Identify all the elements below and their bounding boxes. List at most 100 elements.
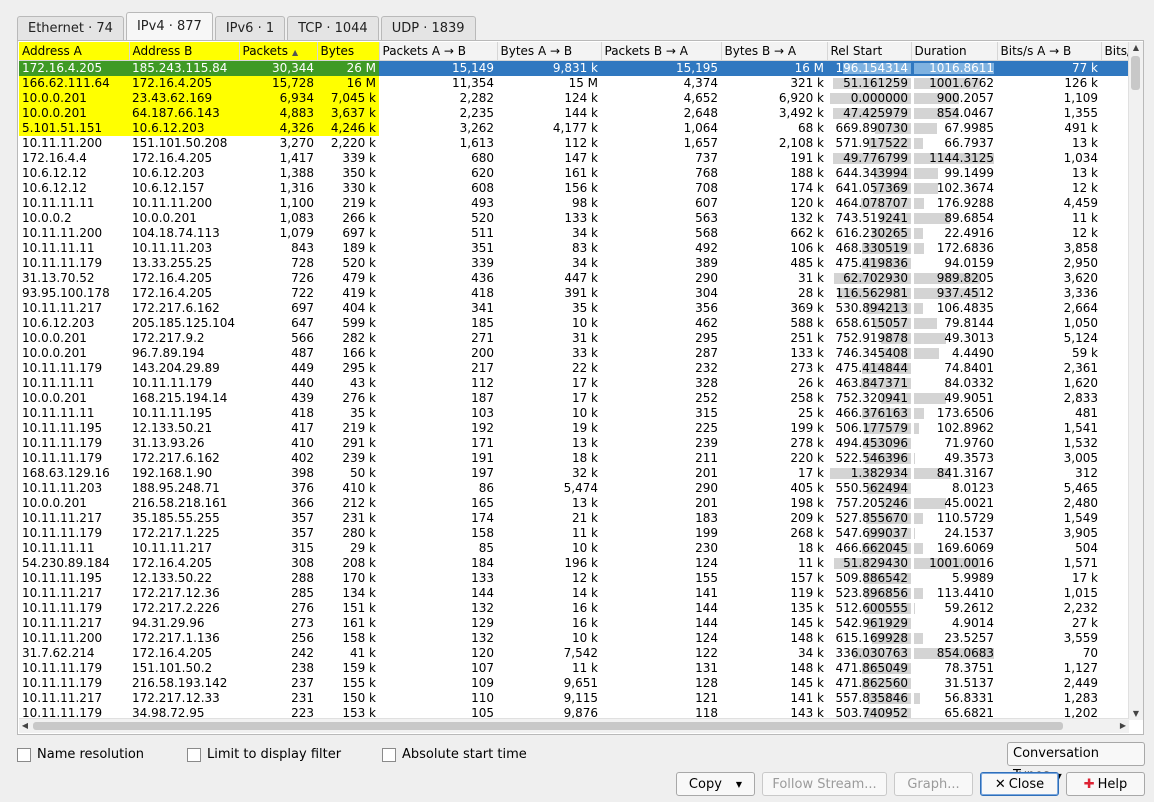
limit-filter-checkbox[interactable]: Limit to display filter — [187, 747, 341, 762]
horizontal-scrollbar[interactable]: ◀ ▶ — [19, 718, 1129, 733]
help-button[interactable]: ✚ Help — [1066, 772, 1145, 796]
table-row[interactable]: 10.11.11.11 10.11.11.195 418 35 k 103 10 k 315… — [19, 406, 1129, 421]
table-row[interactable]: 172.16.4.205 185.243.115.84 30,344 26 M 15,1… — [19, 60, 1129, 76]
checkbox-box[interactable] — [187, 747, 201, 762]
table-row[interactable]: 31.13.70.52 172.16.4.205 726 479 k 436 447 k 2… — [19, 271, 1129, 286]
table-row[interactable]: 10.11.11.179 31.13.93.26 410 291 k 171 13 k 23… — [19, 436, 1129, 451]
conversation-types-dropdown[interactable]: Conversation Types▼ — [1007, 742, 1145, 783]
cell-text: 527.855670 — [835, 511, 908, 525]
table-cell: 10.6.12.12 — [22, 166, 87, 180]
table-cell: 5,465 — [1063, 481, 1098, 495]
column-header-label: Packets — [242, 44, 289, 58]
table-row[interactable]: 10.11.11.195 12.133.50.21 417 219 k 192 19 k 2… — [19, 421, 1129, 436]
table-row[interactable]: 166.62.111.64 172.16.4.205 15,728 16 M 11,35… — [19, 76, 1129, 91]
duration-bar — [914, 168, 938, 179]
table-row[interactable]: 10.11.11.217 172.217.12.33 231 150 k 110 9,11… — [19, 691, 1129, 706]
tab-3[interactable]: TCP · 1044 — [287, 16, 379, 40]
table-row[interactable]: 10.11.11.217 35.185.55.255 357 231 k 174 21 k… — [19, 511, 1129, 526]
scroll-up-arrow-icon[interactable]: ▲ — [1129, 42, 1143, 54]
table-row[interactable]: 10.11.11.195 12.133.50.22 288 170 k 133 12 k 1… — [19, 571, 1129, 586]
table-row[interactable]: 10.11.11.203 188.95.248.71 376 410 k 86 5,474… — [19, 481, 1129, 496]
close-button[interactable]: ✕ Close — [980, 772, 1059, 796]
scroll-left-arrow-icon[interactable]: ◀ — [19, 719, 31, 733]
column-header[interactable]: Packets B → A — [601, 42, 722, 61]
column-header[interactable]: Bytes B → A — [721, 42, 828, 61]
table-row[interactable]: 54.230.89.184 172.16.4.205 308 208 k 184 196 … — [19, 556, 1129, 571]
duration-bar — [914, 633, 924, 644]
table-row[interactable]: 10.0.0.201 64.187.66.143 4,883 3,637 k 2,235… — [19, 106, 1129, 121]
table-row[interactable]: 10.0.0.201 23.43.62.169 6,934 7,045 k 2,282 1… — [19, 91, 1129, 106]
table-row[interactable]: 10.11.11.179 172.217.2.226 276 151 k 132 16 k… — [19, 601, 1129, 616]
table-row[interactable]: 10.11.11.179 172.217.6.162 402 239 k 191 18 k… — [19, 451, 1129, 466]
table-row[interactable]: 10.0.0.201 216.58.218.161 366 212 k 165 13 k 2… — [19, 496, 1129, 511]
column-header[interactable]: Duration — [911, 42, 998, 61]
table-cell: 112 — [471, 376, 494, 390]
table-cell: 10.11.11.200 — [132, 196, 213, 210]
table-row[interactable]: 10.11.11.11 10.11.11.217 315 29 k 85 10 k 230 1… — [19, 541, 1129, 556]
table-cell: 68 k — [797, 121, 824, 135]
table-row[interactable]: 10.11.11.11 10.11.11.200 1,100 219 k 493 98 k… — [19, 196, 1129, 211]
graph-button[interactable]: Graph... — [894, 772, 973, 796]
table-row[interactable]: 5.101.51.151 10.6.12.203 4,326 4,246 k 3,262… — [19, 121, 1129, 136]
table-row[interactable]: 10.6.12.12 10.6.12.203 1,388 350 k 620 161 k 7… — [19, 166, 1129, 181]
table-row[interactable]: 31.7.62.214 172.16.4.205 242 41 k 120 7,542 12… — [19, 646, 1129, 661]
tab-0[interactable]: Ethernet · 74 — [17, 16, 124, 40]
table-cell: 124 — [695, 556, 718, 570]
column-header[interactable]: Address A — [19, 42, 130, 61]
checkbox-box[interactable] — [382, 747, 396, 762]
table-row[interactable]: 10.11.11.200 151.101.50.208 3,270 2,220 k 1,… — [19, 136, 1129, 151]
scroll-right-arrow-icon[interactable]: ▶ — [1117, 719, 1129, 733]
column-header[interactable]: Rel Start — [827, 42, 912, 61]
copy-button[interactable]: Copy ▼ — [676, 772, 755, 796]
table-cell: 107 — [471, 661, 494, 675]
table-row[interactable]: 10.11.11.179 172.217.1.225 357 280 k 158 11 k… — [19, 526, 1129, 541]
vertical-scroll-thumb[interactable] — [1131, 56, 1140, 90]
table-row[interactable]: 10.11.11.179 151.101.50.2 238 159 k 107 11 k 1… — [19, 661, 1129, 676]
table-row[interactable]: 10.6.12.203 205.185.125.104 647 599 k 185 10 … — [19, 316, 1129, 331]
table-cell: 15 M — [568, 76, 598, 90]
cell-text: 336.030763 — [835, 646, 908, 660]
absolute-time-checkbox[interactable]: Absolute start time — [382, 747, 527, 762]
table-cell — [1101, 361, 1129, 376]
table-row[interactable]: 10.11.11.200 104.18.74.113 1,079 697 k 511 34… — [19, 226, 1129, 241]
table-row[interactable]: 10.11.11.179 143.204.29.89 449 295 k 217 22 k… — [19, 361, 1129, 376]
table-cell: 157 k — [790, 571, 824, 585]
table-row[interactable]: 93.95.100.178 172.16.4.205 722 419 k 418 391 … — [19, 286, 1129, 301]
column-header[interactable]: Packets ▲ — [239, 42, 318, 61]
horizontal-scroll-thumb[interactable] — [33, 722, 1063, 730]
column-header[interactable]: Bits/s A → B — [997, 42, 1102, 61]
column-header[interactable]: Bits/ — [1101, 42, 1129, 61]
table-cell: 356 — [695, 301, 718, 315]
table-row[interactable]: 172.16.4.4 172.16.4.205 1,417 339 k 680 147 k… — [19, 151, 1129, 166]
table-row[interactable]: 10.11.11.11 10.11.11.179 440 43 k 112 17 k 328… — [19, 376, 1129, 391]
table-row[interactable]: 10.0.0.201 96.7.89.194 487 166 k 200 33 k 287 1… — [19, 346, 1129, 361]
tab-4[interactable]: UDP · 1839 — [380, 16, 476, 40]
column-header[interactable]: Bytes A → B — [497, 42, 602, 61]
table-row[interactable]: 10.11.11.217 172.217.6.162 697 404 k 341 35 k… — [19, 301, 1129, 316]
table-cell: 209 k — [790, 511, 824, 525]
name-resolution-checkbox[interactable]: Name resolution — [17, 747, 144, 762]
table-row[interactable]: 10.11.11.179 13.33.255.25 728 520 k 339 34 k 3… — [19, 256, 1129, 271]
table-row[interactable]: 10.0.0.2 10.0.0.201 1,083 266 k 520 133 k 563 1… — [19, 211, 1129, 226]
checkbox-box[interactable] — [17, 747, 31, 762]
tab-2[interactable]: IPv6 · 1 — [214, 16, 286, 40]
follow-stream-button[interactable]: Follow Stream... — [762, 772, 887, 796]
column-header[interactable]: Address B — [129, 42, 240, 61]
table-row[interactable]: 168.63.129.16 192.168.1.90 398 50 k 197 32 k 2… — [19, 466, 1129, 481]
table-row[interactable]: 10.11.11.179 216.58.193.142 237 155 k 109 9,6… — [19, 676, 1129, 691]
table-cell: 475.414844 — [827, 361, 911, 376]
table-row[interactable]: 10.11.11.11 10.11.11.203 843 189 k 351 83 k 49… — [19, 241, 1129, 256]
table-cell — [1101, 121, 1129, 136]
table-row[interactable]: 10.0.0.201 168.215.194.14 439 276 k 187 17 k 2… — [19, 391, 1129, 406]
table-row[interactable]: 10.0.0.201 172.217.9.2 566 282 k 271 31 k 295 2… — [19, 331, 1129, 346]
table-row[interactable]: 10.11.11.217 94.31.29.96 273 161 k 129 16 k 14… — [19, 616, 1129, 631]
vertical-scrollbar[interactable]: ▲ ▼ — [1128, 42, 1143, 720]
column-header[interactable]: Packets A → B — [379, 42, 498, 61]
table-row[interactable]: 10.11.11.200 172.217.1.136 256 158 k 132 10 k… — [19, 631, 1129, 646]
table-row[interactable]: 10.6.12.12 10.6.12.157 1,316 330 k 608 156 k 7… — [19, 181, 1129, 196]
column-header[interactable]: Bytes — [317, 42, 380, 61]
scroll-down-arrow-icon[interactable]: ▼ — [1129, 708, 1143, 720]
table-row[interactable]: 10.11.11.217 172.217.12.36 285 134 k 144 14 k… — [19, 586, 1129, 601]
tab-1[interactable]: IPv4 · 877 — [125, 12, 213, 40]
table-cell: 10.6.12.203 — [22, 316, 95, 330]
